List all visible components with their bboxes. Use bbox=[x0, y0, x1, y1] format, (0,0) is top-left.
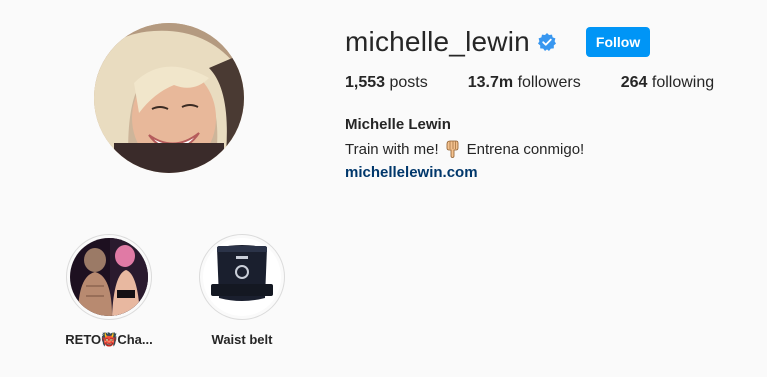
followers-label: followers bbox=[517, 74, 581, 91]
username: michelle_lewin bbox=[345, 26, 530, 57]
profile-website-link[interactable]: michellelewin.com bbox=[345, 164, 478, 181]
highlight-reto[interactable]: RETO👹Cha... bbox=[59, 234, 159, 348]
following-label: following bbox=[651, 74, 715, 91]
posts-stat: 1,553 posts bbox=[345, 74, 428, 92]
profile-page: michelle_lewin Follow 1,553 posts 13.7m … bbox=[0, 0, 767, 377]
followers-count: 13.7m bbox=[467, 74, 514, 91]
highlight-waist-belt[interactable]: Waist belt bbox=[192, 234, 292, 347]
highlight-label: Waist belt bbox=[211, 332, 273, 347]
following-count: 264 bbox=[620, 74, 648, 91]
follow-button[interactable]: Follow bbox=[585, 27, 651, 57]
pointing-down-hand-icon bbox=[445, 140, 461, 158]
profile-avatar[interactable] bbox=[94, 23, 244, 173]
followers-stat[interactable]: 13.7m followers bbox=[468, 74, 581, 92]
highlight-label: RETO👹Cha... bbox=[65, 332, 153, 347]
bio-text-1: Train with me! bbox=[345, 140, 439, 158]
posts-label: posts bbox=[389, 74, 428, 91]
verified-badge-icon bbox=[537, 33, 556, 51]
profile-header: michelle_lewin Follow bbox=[345, 24, 651, 60]
highlight-cover-image bbox=[70, 238, 148, 316]
full-name: Michelle Lewin bbox=[345, 116, 451, 133]
highlight-ring bbox=[66, 234, 152, 320]
profile-stats: 1,553 posts 13.7m followers 264 followin… bbox=[345, 74, 754, 92]
posts-count: 1,553 bbox=[345, 74, 386, 91]
highlight-ring bbox=[199, 234, 285, 320]
highlight-cover-image bbox=[203, 238, 281, 316]
following-stat[interactable]: 264 following bbox=[621, 74, 714, 92]
bio: Train with me! Entrena conmigo! bbox=[345, 140, 584, 158]
bio-text-2: Entrena conmigo! bbox=[466, 140, 585, 158]
